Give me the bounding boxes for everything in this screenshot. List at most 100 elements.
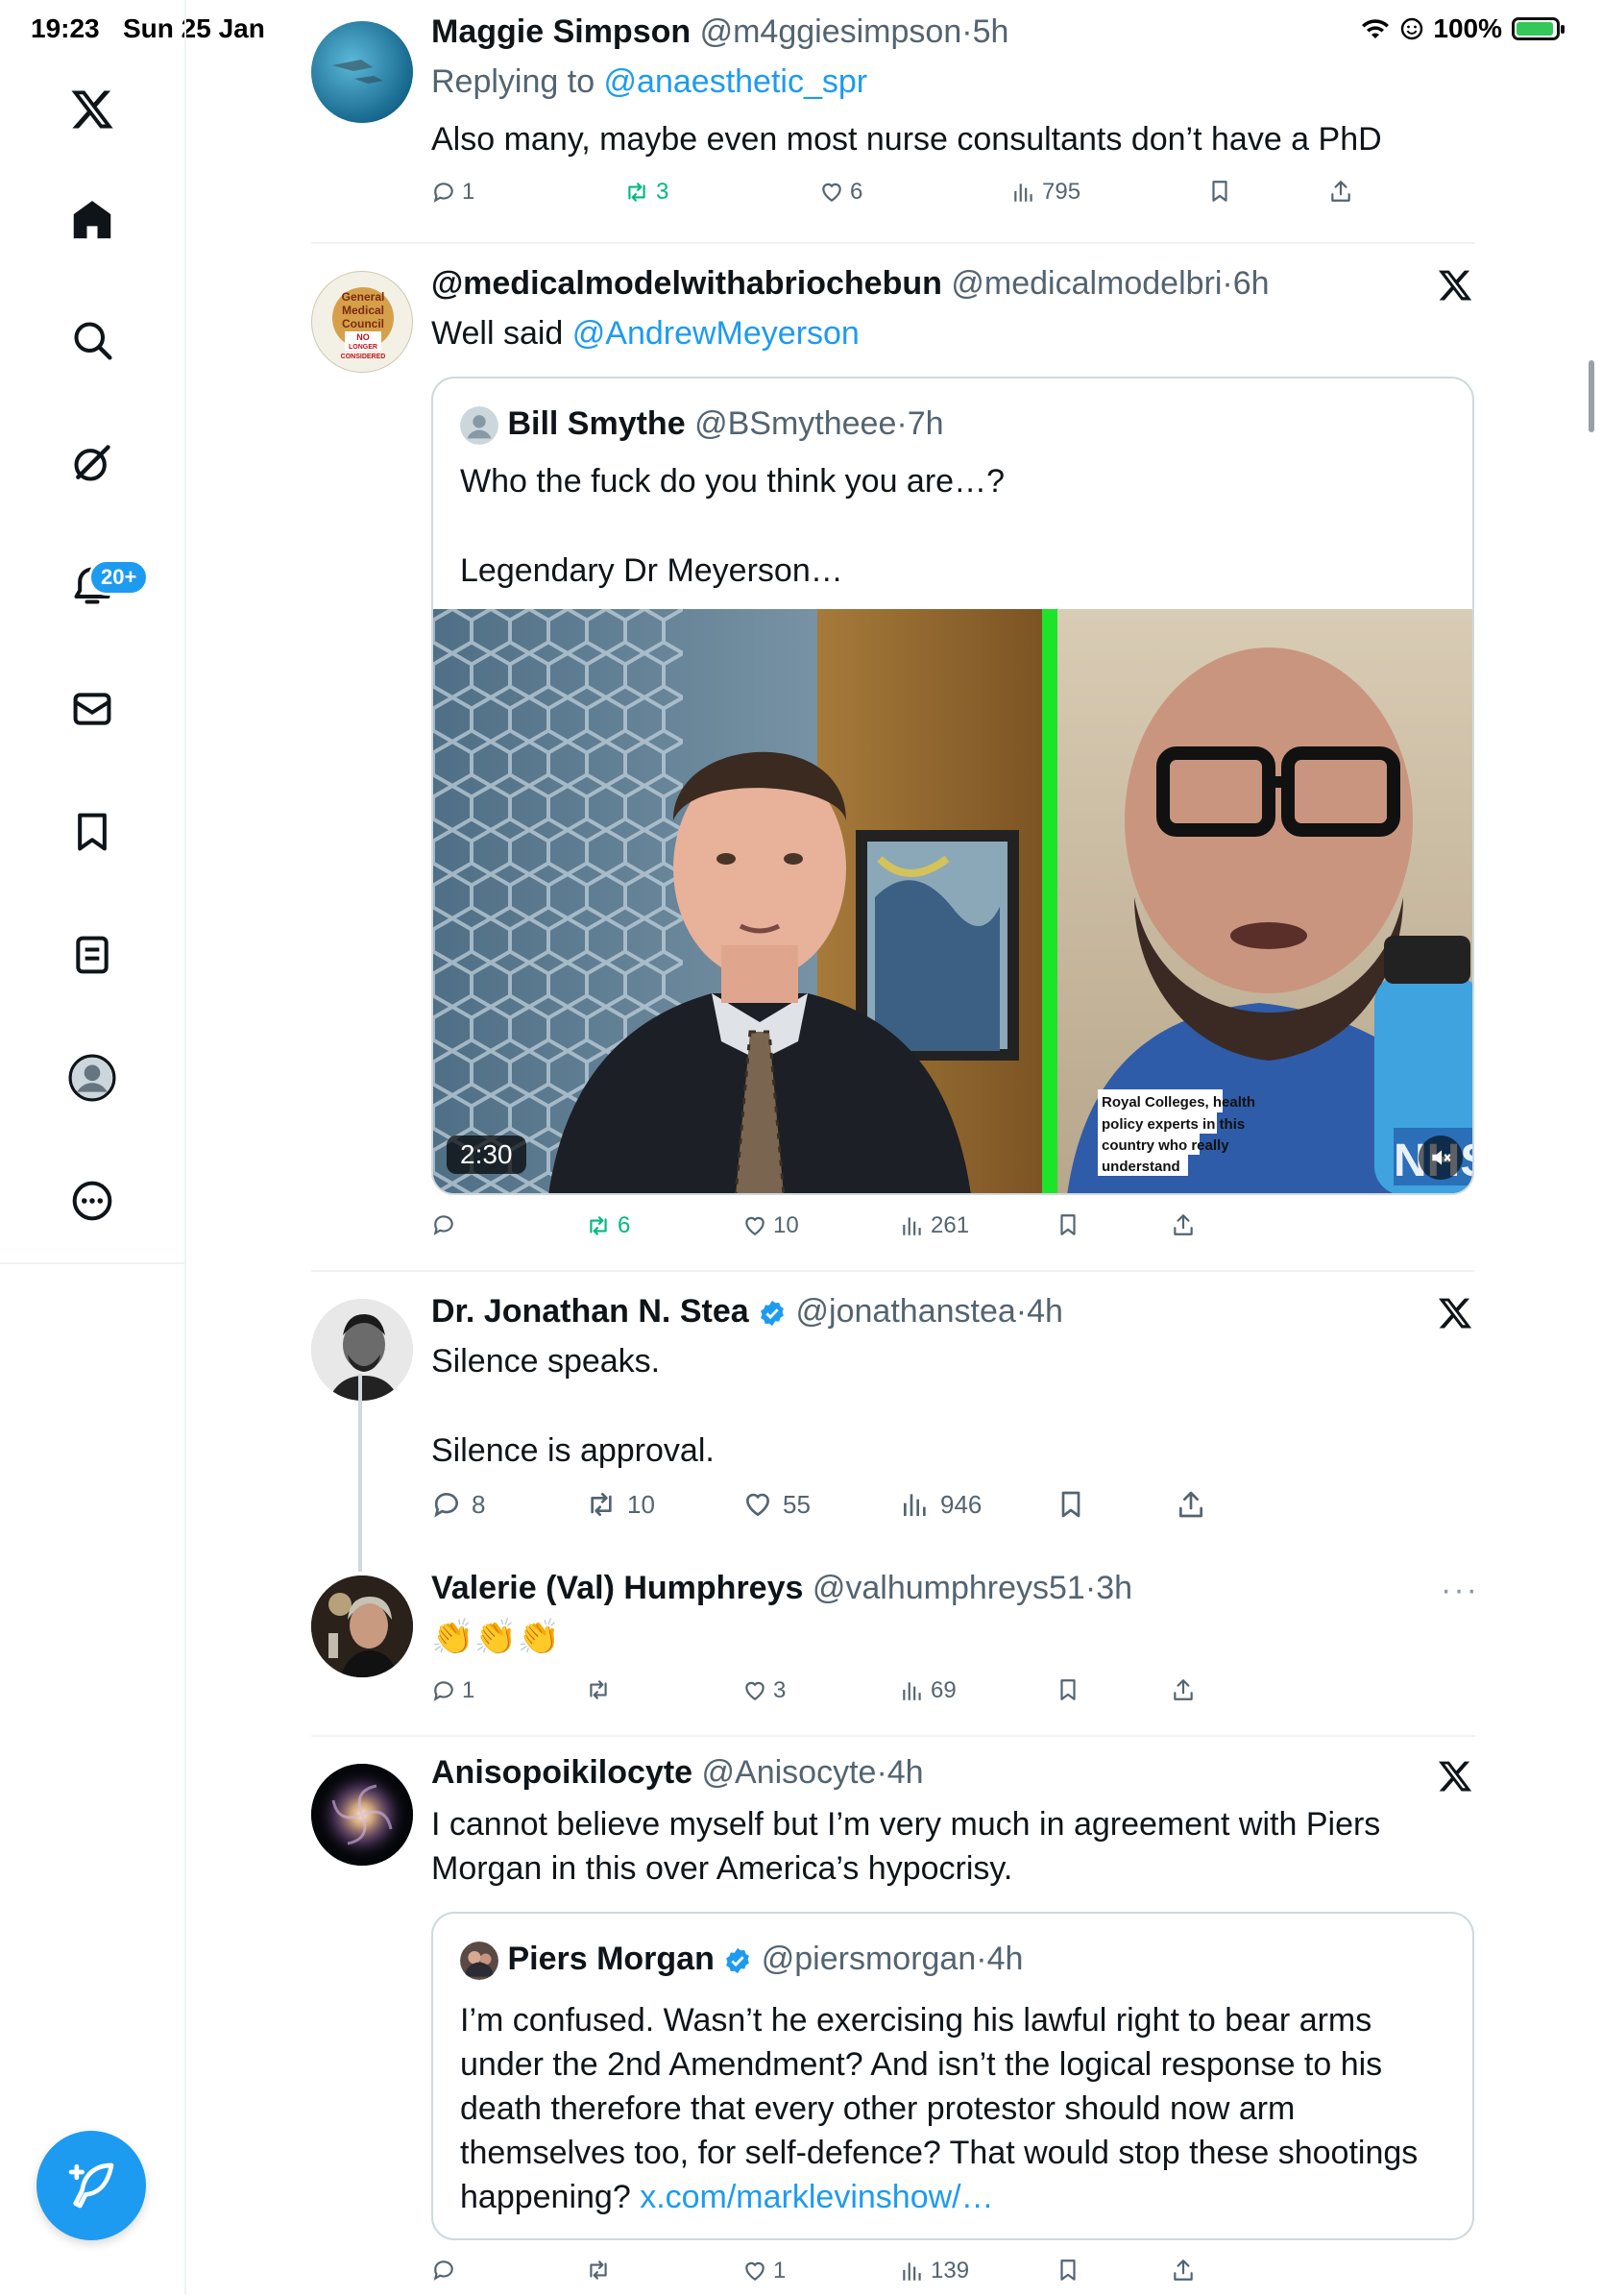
heart-icon [745, 1681, 765, 1700]
like-button[interactable]: 3 [742, 1677, 786, 1704]
replying-mention-link[interactable]: @anaesthetic_spr [604, 63, 868, 100]
repost-icon [591, 1493, 612, 1516]
repost-button[interactable] [585, 2258, 618, 2283]
like-button[interactable]: 10 [742, 1212, 799, 1239]
user-handle[interactable]: @Anisocyte [702, 1754, 877, 1791]
video-duration: 2:30 [447, 1136, 526, 1174]
avatar[interactable] [311, 1575, 413, 1677]
tweet-divider [311, 1735, 1475, 1737]
repost-button[interactable]: 10 [585, 1489, 655, 1520]
search-icon[interactable] [48, 296, 136, 384]
notifications-badge: 20+ [88, 559, 150, 596]
bookmark-button[interactable] [1056, 1677, 1080, 1702]
quote-link[interactable]: x.com/marklevinshow/… [640, 2179, 993, 2215]
video-player[interactable]: NHS Royal Colleges, health policy expert… [433, 609, 1472, 1193]
tweet-time[interactable]: 4h [1027, 1293, 1063, 1330]
views-button[interactable]: 69 [900, 1677, 957, 1704]
x-logo-icon[interactable] [48, 65, 136, 154]
share-icon [1331, 181, 1350, 202]
reply-icon [433, 2260, 453, 2281]
repost-button[interactable]: 6 [585, 1212, 630, 1239]
mute-button[interactable] [1419, 1136, 1463, 1180]
avatar[interactable] [311, 21, 413, 123]
svg-text:NO: NO [356, 332, 370, 342]
views-chart-icon [903, 1217, 921, 1235]
grok-icon[interactable] [48, 419, 136, 507]
like-count: 3 [773, 1677, 787, 1703]
display-name[interactable]: Maggie Simpson [431, 13, 691, 50]
user-handle[interactable]: @valhumphreys51 [813, 1570, 1085, 1606]
quote-avatar [460, 406, 498, 446]
quoted-tweet[interactable]: Piers Morgan @piersmorgan·4h I’m confuse… [431, 1912, 1474, 2240]
avatar[interactable] [311, 1299, 413, 1401]
tweet-text: 👏👏👏 [431, 1617, 561, 1656]
tweet-time[interactable]: 6h [1233, 265, 1270, 302]
lists-icon[interactable] [48, 911, 136, 999]
tweet-time[interactable]: 5h [973, 13, 1009, 50]
quote-text: I’m confused. Wasn’t he exercising his l… [460, 1998, 1418, 2219]
reply-button[interactable]: 8 [431, 1489, 485, 1520]
bookmark-button[interactable] [1056, 1489, 1086, 1520]
views-button[interactable]: 946 [900, 1489, 982, 1520]
more-options-icon[interactable] [48, 1157, 136, 1245]
scrollbar[interactable] [1589, 360, 1594, 432]
battery-percent: 100% [1433, 13, 1502, 43]
x-logo-icon [1437, 1295, 1473, 1336]
compose-post-button[interactable] [36, 2131, 146, 2240]
views-button[interactable]: 139 [900, 2258, 969, 2284]
video-thumbnail: NHS Royal Colleges, health policy expert… [433, 609, 1472, 1193]
home-icon[interactable] [48, 175, 136, 263]
tweet-text-line: Silence is approval. [431, 1432, 715, 1469]
share-button[interactable] [1171, 1212, 1196, 1237]
share-button[interactable] [1171, 1677, 1196, 1702]
like-count: 6 [850, 179, 863, 205]
messages-icon[interactable] [48, 665, 136, 753]
reply-icon [433, 183, 453, 203]
display-name[interactable]: Valerie (Val) Humphreys [431, 1570, 803, 1606]
more-options-button[interactable]: ··· [1441, 1572, 1479, 1609]
display-name[interactable]: @medicalmodelwithabriochebun [431, 265, 942, 302]
views-chart-icon [903, 2262, 921, 2281]
user-handle[interactable]: @medicalmodelbri [951, 265, 1222, 302]
reply-count: 1 [462, 1677, 475, 1703]
tweet-actions: 8 10 55 946 [431, 1489, 1392, 1527]
display-name[interactable]: Dr. Jonathan N. Stea [431, 1293, 749, 1330]
avatar[interactable]: General Medical Council NO LONGER CONSID… [311, 271, 413, 373]
quote-display-name: Piers Morgan [507, 1941, 715, 1977]
share-button[interactable] [1171, 2258, 1196, 2283]
status-icons: 100% [1360, 13, 1565, 44]
tweet-time[interactable]: 3h [1096, 1570, 1132, 1606]
svg-text:CONSIDERED: CONSIDERED [341, 354, 386, 360]
bookmark-button[interactable] [1056, 2258, 1080, 2283]
bookmark-button[interactable] [1056, 1212, 1080, 1237]
focus-smiley-icon [1401, 17, 1423, 40]
reply-count: 1 [462, 179, 475, 205]
views-button[interactable]: 261 [900, 1212, 969, 1239]
reply-button[interactable] [431, 2258, 462, 2283]
profile-avatar-icon[interactable] [48, 1034, 136, 1122]
reply-button[interactable]: 1 [431, 1677, 474, 1704]
bookmarks-icon[interactable] [48, 788, 136, 876]
user-handle[interactable]: @m4ggiesimpson [700, 13, 962, 50]
views-button[interactable]: 795 [1011, 179, 1080, 206]
repost-button[interactable] [585, 1677, 618, 1702]
avatar[interactable] [311, 1764, 413, 1866]
share-button[interactable] [1176, 1489, 1206, 1520]
reply-icon [433, 1215, 453, 1235]
bookmark-button[interactable] [1207, 179, 1232, 204]
bookmark-icon [1060, 2259, 1076, 2281]
display-name[interactable]: Anisopoikilocyte [431, 1754, 692, 1791]
share-button[interactable] [1328, 179, 1353, 204]
quoted-tweet[interactable]: Bill Smythe @BSmytheee·7h Who the fuck d… [431, 377, 1474, 1195]
reply-button[interactable]: 1 [431, 179, 474, 206]
like-button[interactable]: 55 [742, 1489, 811, 1520]
reply-button[interactable] [431, 1212, 462, 1237]
like-button[interactable]: 1 [742, 2258, 786, 2284]
tweet-time[interactable]: 4h [887, 1754, 924, 1791]
battery-icon [1512, 17, 1565, 40]
repost-button[interactable]: 3 [623, 179, 668, 206]
user-handle[interactable]: @jonathanstea [796, 1293, 1016, 1330]
like-button[interactable]: 6 [819, 179, 862, 206]
tweet-header: Valerie (Val) Humphreys @valhumphreys51·… [431, 1570, 1133, 1606]
mention-link[interactable]: @AndrewMeyerson [572, 315, 860, 352]
